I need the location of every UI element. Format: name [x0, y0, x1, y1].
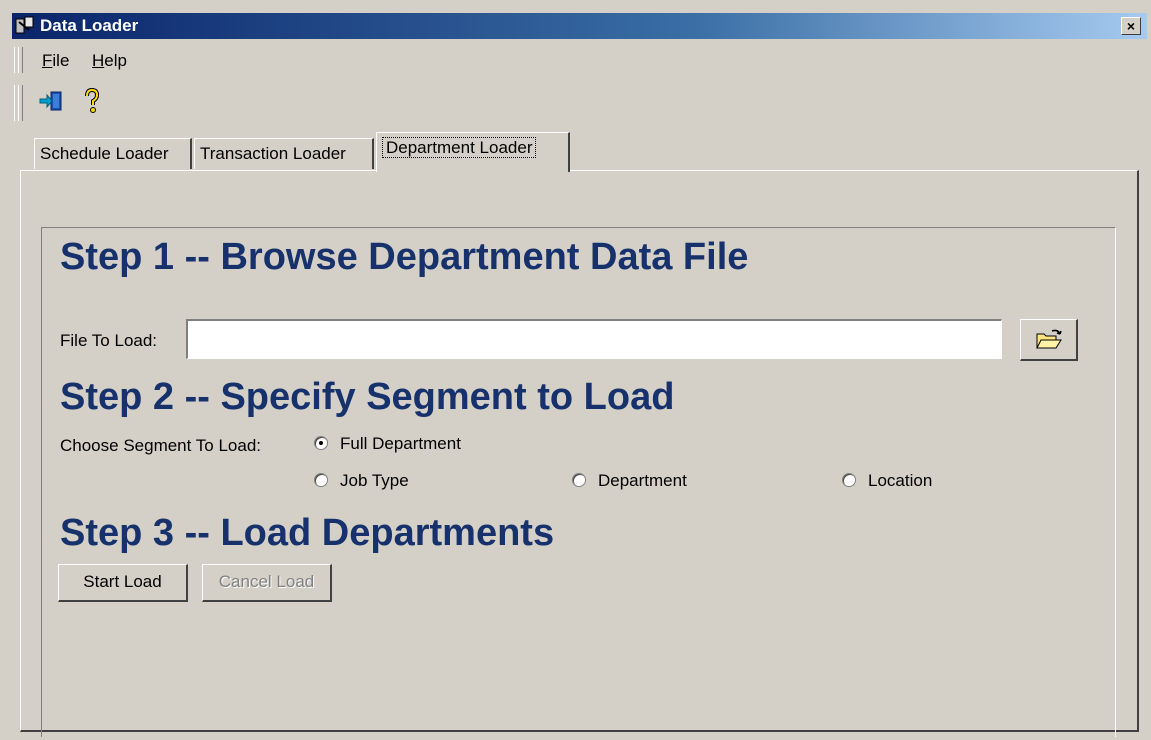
exit-button[interactable] [38, 87, 66, 115]
loader-group: Step 1 -- Browse Department Data File Fi… [41, 227, 1116, 737]
tab-label: Department Loader [382, 137, 537, 158]
tab-label: Schedule Loader [40, 144, 169, 163]
browse-button[interactable] [1020, 319, 1078, 361]
step2-title: Step 2 -- Specify Segment to Load [60, 376, 675, 418]
menu-file-mnemonic: F [42, 51, 53, 70]
cancel-load-button[interactable]: Cancel Load [202, 564, 332, 602]
radio-job-type-dot[interactable] [314, 473, 328, 487]
menu-help[interactable]: Help [92, 51, 127, 71]
tab-department-loader[interactable]: Department Loader [376, 132, 570, 172]
exit-icon [39, 91, 62, 111]
start-load-button[interactable]: Start Load [58, 564, 188, 602]
choose-segment-label: Choose Segment To Load: [60, 436, 261, 455]
help-icon [85, 87, 100, 113]
menu-bar: File Help [12, 45, 1147, 75]
radio-department-dot[interactable] [572, 473, 586, 487]
close-button[interactable]: × [1121, 17, 1141, 35]
radio-location-label: Location [868, 471, 933, 490]
radio-full-department-dot[interactable] [314, 436, 328, 450]
toolbar [12, 83, 1147, 123]
file-path-input[interactable] [186, 319, 1002, 359]
toolbar-grip-2[interactable] [18, 85, 23, 121]
tab-label: Transaction Loader [200, 144, 346, 163]
close-icon: × [1126, 18, 1136, 34]
radio-department-label: Department [598, 471, 687, 490]
window-title: Data Loader [40, 16, 139, 35]
open-folder-icon [1035, 329, 1062, 349]
menu-file[interactable]: File [42, 51, 69, 71]
radio-job-type-label: Job Type [340, 471, 409, 490]
step3-title: Step 3 -- Load Departments [60, 512, 555, 554]
file-to-load-label: File To Load: [60, 331, 158, 350]
tab-panel: Step 1 -- Browse Department Data File Fi… [20, 170, 1139, 737]
menu-help-label: elp [104, 51, 127, 70]
help-button[interactable] [78, 87, 106, 115]
title-bar: Data Loader × [12, 13, 1147, 39]
radio-full-department-label: Full Department [340, 434, 461, 453]
app-icon [15, 16, 34, 34]
menu-grip-2[interactable] [18, 47, 23, 73]
step1-title: Step 1 -- Browse Department Data File [60, 236, 749, 278]
tab-transaction-loader[interactable]: Transaction Loader [194, 138, 374, 169]
menu-help-mnemonic: H [92, 51, 105, 70]
radio-location-dot[interactable] [842, 473, 856, 487]
menu-file-label: ile [52, 51, 70, 70]
tab-schedule-loader[interactable]: Schedule Loader [34, 138, 192, 169]
